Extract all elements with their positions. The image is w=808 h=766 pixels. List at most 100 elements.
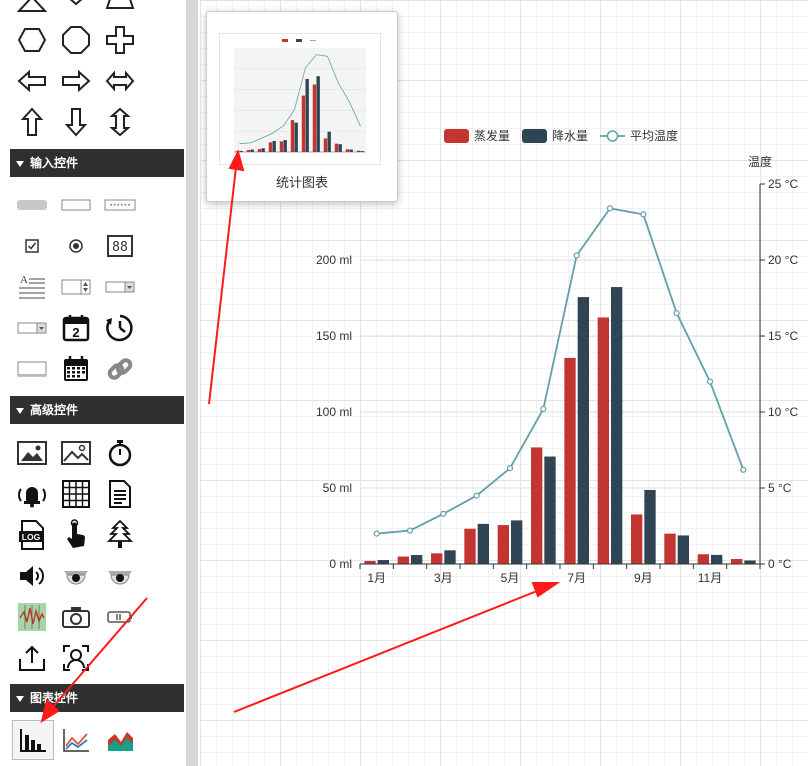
svg-text:A: A xyxy=(20,274,28,286)
bar-evaporation xyxy=(464,528,476,564)
chart-preview-thumbnail xyxy=(219,33,381,165)
section-chart-controls[interactable]: 图表控件 xyxy=(10,684,184,712)
triangle-shape-icon[interactable] xyxy=(14,0,50,22)
thumb-bar xyxy=(301,95,306,152)
thumb-bar xyxy=(305,78,309,152)
bar-precipitation xyxy=(477,523,489,564)
touch-hand-control-icon[interactable] xyxy=(58,517,94,553)
picture-control-icon[interactable] xyxy=(58,435,94,471)
bar-evaporation xyxy=(497,525,509,564)
textbox-control-icon[interactable] xyxy=(58,187,94,223)
upload-control-icon[interactable] xyxy=(14,640,50,676)
thumb-bar xyxy=(246,149,251,152)
legend-swatch-marker xyxy=(606,130,619,142)
temperature-point xyxy=(473,492,480,499)
spinner-control-icon[interactable] xyxy=(58,269,94,305)
y-left-tick-label: 0 ml xyxy=(329,557,352,571)
textarea-control-icon[interactable]: A xyxy=(14,269,50,305)
y-right-tick-label: 15 °C xyxy=(768,329,798,343)
link-control-icon[interactable] xyxy=(102,351,138,387)
camera-control-icon[interactable] xyxy=(58,599,94,635)
bar-precipitation xyxy=(677,535,689,564)
tree-control-icon[interactable] xyxy=(102,517,138,553)
temperature-point xyxy=(706,378,714,385)
legend-label: 蒸发量 xyxy=(474,128,510,143)
chevron-shape-icon[interactable] xyxy=(58,0,94,18)
temperature-point xyxy=(606,205,614,212)
waveform-map-control-icon[interactable] xyxy=(14,599,50,635)
arrow-right-shape-icon[interactable] xyxy=(58,63,94,99)
checkbox-control-icon[interactable] xyxy=(14,228,50,264)
password-control-icon[interactable]: ****** xyxy=(102,187,138,223)
temperature-point xyxy=(440,510,447,517)
temperature-point xyxy=(740,466,747,473)
y-left-tick-label: 150 ml xyxy=(316,329,352,343)
arrow-left-shape-icon[interactable] xyxy=(14,63,50,99)
bar-chart-control-icon[interactable] xyxy=(12,720,54,760)
legend-label: 平均温度 xyxy=(630,128,678,143)
sidebar-scrollbar[interactable] xyxy=(186,0,198,766)
select-control-icon[interactable] xyxy=(102,269,138,305)
section-advanced-controls[interactable]: 高级控件 xyxy=(10,396,184,424)
dome-camera-control-icon[interactable] xyxy=(58,558,94,594)
alarm-bell-control-icon[interactable] xyxy=(14,476,50,512)
face-recognition-control-icon[interactable] xyxy=(58,640,94,676)
arrow-left-right-shape-icon[interactable] xyxy=(102,63,138,99)
arrow-up-down-shape-icon[interactable] xyxy=(102,104,138,140)
section-input-controls[interactable]: 输入控件 xyxy=(10,149,184,177)
log-file-control-icon[interactable]: LOG xyxy=(14,517,50,553)
date-control-icon[interactable]: 2 xyxy=(58,310,94,346)
speaker-control-icon[interactable] xyxy=(14,558,50,594)
button-control-icon[interactable] xyxy=(14,351,50,387)
line-chart-control-icon[interactable] xyxy=(58,722,94,758)
bar-precipitation xyxy=(377,560,389,564)
time-control-icon[interactable] xyxy=(102,310,138,346)
bar-evaporation xyxy=(697,554,709,564)
bar-precipitation xyxy=(577,297,589,564)
radio-control-icon[interactable] xyxy=(58,228,94,264)
grid-table-control-icon[interactable] xyxy=(58,476,94,512)
digital-display-control-icon[interactable]: 88 xyxy=(102,228,138,264)
thumb-bar xyxy=(279,141,284,152)
thumb-legend-swatch xyxy=(296,39,302,42)
document-control-icon[interactable] xyxy=(102,476,138,512)
y-left-tick-label: 200 ml xyxy=(316,253,352,267)
bar-precipitation xyxy=(744,560,756,564)
bar-evaporation xyxy=(564,357,576,564)
thumb-bar xyxy=(261,148,265,152)
bar-precipitation xyxy=(544,456,556,564)
thumb-bar xyxy=(257,149,262,152)
chart-preview-caption: 统计图表 xyxy=(275,175,328,190)
combobox-control-icon[interactable] xyxy=(14,310,50,346)
trapezoid-shape-icon[interactable] xyxy=(102,0,138,20)
temperature-point xyxy=(540,405,547,413)
input-field-control-icon[interactable] xyxy=(14,187,50,223)
legend-swatch xyxy=(522,129,547,143)
area-chart-control-icon[interactable] xyxy=(102,722,138,758)
image-control-icon[interactable] xyxy=(14,435,50,471)
calendar-control-icon[interactable] xyxy=(58,351,94,387)
collapse-triangle-icon xyxy=(16,407,24,414)
hexagon-shape-icon[interactable] xyxy=(14,22,50,58)
temperature-line xyxy=(376,207,745,535)
log-label-text: LOG xyxy=(22,532,41,542)
collapse-triangle-icon xyxy=(16,160,24,167)
thumb-bar xyxy=(294,122,298,152)
thumb-legend-swatch xyxy=(282,39,288,42)
legend-label: 降水量 xyxy=(552,129,588,143)
thumb-bar xyxy=(272,141,276,152)
cross-shape-icon[interactable] xyxy=(102,22,138,58)
bar-precipitation xyxy=(411,555,423,564)
thumb-bar xyxy=(334,143,339,152)
x-tick-label: 3月 xyxy=(434,571,453,585)
dome-camera-2-control-icon[interactable] xyxy=(102,558,138,594)
bar-evaporation xyxy=(431,553,443,564)
stopwatch-control-icon[interactable] xyxy=(102,435,138,471)
thumb-bar xyxy=(250,149,254,152)
arrow-up-shape-icon[interactable] xyxy=(14,104,50,140)
battery-slider-control-icon[interactable] xyxy=(102,599,138,635)
y-right-tick-label: 5 °C xyxy=(768,481,792,495)
thumb-plot-bg xyxy=(234,48,366,152)
arrow-down-shape-icon[interactable] xyxy=(58,104,94,140)
octagon-shape-icon[interactable] xyxy=(58,22,94,58)
